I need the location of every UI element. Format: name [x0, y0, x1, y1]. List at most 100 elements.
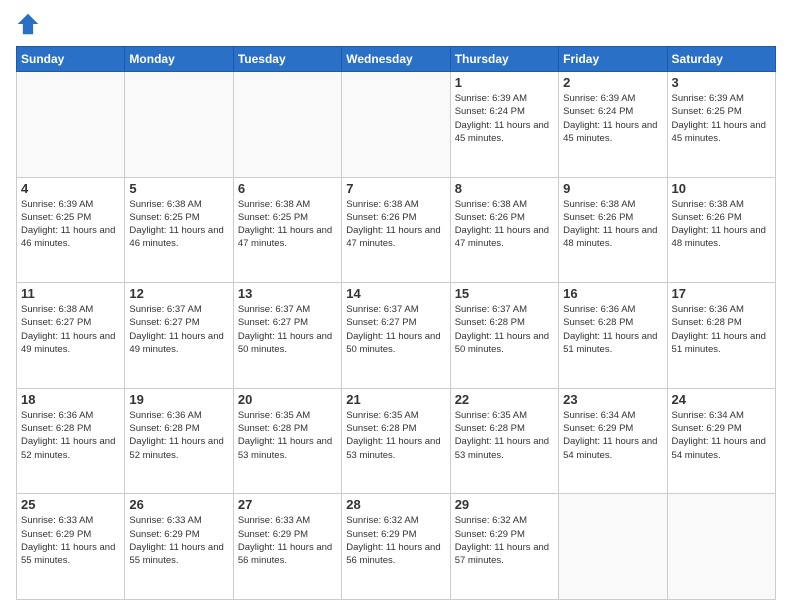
- day-number: 3: [672, 75, 771, 90]
- weekday-header: Saturday: [667, 47, 775, 72]
- sun-info: Sunrise: 6:38 AMSunset: 6:26 PMDaylight:…: [346, 198, 445, 251]
- day-number: 2: [563, 75, 662, 90]
- sun-info: Sunrise: 6:38 AMSunset: 6:27 PMDaylight:…: [21, 303, 120, 356]
- weekday-header: Friday: [559, 47, 667, 72]
- sun-info: Sunrise: 6:38 AMSunset: 6:26 PMDaylight:…: [672, 198, 771, 251]
- day-number: 19: [129, 392, 228, 407]
- sun-info: Sunrise: 6:38 AMSunset: 6:25 PMDaylight:…: [238, 198, 337, 251]
- weekday-header: Monday: [125, 47, 233, 72]
- sun-info: Sunrise: 6:36 AMSunset: 6:28 PMDaylight:…: [672, 303, 771, 356]
- calendar-cell: 3 Sunrise: 6:39 AMSunset: 6:25 PMDaylight…: [667, 72, 775, 178]
- day-number: 9: [563, 181, 662, 196]
- calendar-table: SundayMondayTuesdayWednesdayThursdayFrid…: [16, 46, 776, 600]
- calendar-cell: 4 Sunrise: 6:39 AMSunset: 6:25 PMDaylight…: [17, 177, 125, 283]
- day-number: 23: [563, 392, 662, 407]
- page: SundayMondayTuesdayWednesdayThursdayFrid…: [0, 0, 792, 612]
- calendar-cell: 24 Sunrise: 6:34 AMSunset: 6:29 PMDayligh…: [667, 388, 775, 494]
- calendar-cell: 22 Sunrise: 6:35 AMSunset: 6:28 PMDayligh…: [450, 388, 558, 494]
- calendar-week-row: 25 Sunrise: 6:33 AMSunset: 6:29 PMDayligh…: [17, 494, 776, 600]
- calendar-week-row: 18 Sunrise: 6:36 AMSunset: 6:28 PMDayligh…: [17, 388, 776, 494]
- calendar-cell: [559, 494, 667, 600]
- day-number: 22: [455, 392, 554, 407]
- sun-info: Sunrise: 6:36 AMSunset: 6:28 PMDaylight:…: [129, 409, 228, 462]
- calendar-cell: [342, 72, 450, 178]
- day-number: 25: [21, 497, 120, 512]
- calendar-cell: 9 Sunrise: 6:38 AMSunset: 6:26 PMDaylight…: [559, 177, 667, 283]
- day-number: 28: [346, 497, 445, 512]
- sun-info: Sunrise: 6:35 AMSunset: 6:28 PMDaylight:…: [346, 409, 445, 462]
- calendar-cell: 6 Sunrise: 6:38 AMSunset: 6:25 PMDaylight…: [233, 177, 341, 283]
- calendar-cell: 28 Sunrise: 6:32 AMSunset: 6:29 PMDayligh…: [342, 494, 450, 600]
- day-number: 16: [563, 286, 662, 301]
- calendar-cell: 18 Sunrise: 6:36 AMSunset: 6:28 PMDayligh…: [17, 388, 125, 494]
- sun-info: Sunrise: 6:35 AMSunset: 6:28 PMDaylight:…: [455, 409, 554, 462]
- calendar-cell: 20 Sunrise: 6:35 AMSunset: 6:28 PMDayligh…: [233, 388, 341, 494]
- sun-info: Sunrise: 6:39 AMSunset: 6:25 PMDaylight:…: [672, 92, 771, 145]
- sun-info: Sunrise: 6:36 AMSunset: 6:28 PMDaylight:…: [21, 409, 120, 462]
- sun-info: Sunrise: 6:36 AMSunset: 6:28 PMDaylight:…: [563, 303, 662, 356]
- day-number: 5: [129, 181, 228, 196]
- day-number: 4: [21, 181, 120, 196]
- weekday-header: Thursday: [450, 47, 558, 72]
- calendar-cell: 14 Sunrise: 6:37 AMSunset: 6:27 PMDayligh…: [342, 283, 450, 389]
- weekday-header: Sunday: [17, 47, 125, 72]
- sun-info: Sunrise: 6:38 AMSunset: 6:26 PMDaylight:…: [563, 198, 662, 251]
- calendar-cell: 1 Sunrise: 6:39 AMSunset: 6:24 PMDaylight…: [450, 72, 558, 178]
- calendar-cell: 29Sunrise: 6:32 AMSunset: 6:29 PMDayligh…: [450, 494, 558, 600]
- calendar-cell: 15Sunrise: 6:37 AMSunset: 6:28 PMDayligh…: [450, 283, 558, 389]
- day-number: 29: [455, 497, 554, 512]
- calendar-cell: 25 Sunrise: 6:33 AMSunset: 6:29 PMDayligh…: [17, 494, 125, 600]
- calendar-cell: 5 Sunrise: 6:38 AMSunset: 6:25 PMDaylight…: [125, 177, 233, 283]
- sun-info: Sunrise: 6:32 AMSunset: 6:29 PMDaylight:…: [346, 514, 445, 567]
- day-number: 1: [455, 75, 554, 90]
- sun-info: Sunrise: 6:39 AMSunset: 6:25 PMDaylight:…: [21, 198, 120, 251]
- day-number: 10: [672, 181, 771, 196]
- calendar-cell: 26 Sunrise: 6:33 AMSunset: 6:29 PMDayligh…: [125, 494, 233, 600]
- day-number: 17: [672, 286, 771, 301]
- calendar-cell: 21Sunrise: 6:35 AMSunset: 6:28 PMDayligh…: [342, 388, 450, 494]
- calendar-cell: 10 Sunrise: 6:38 AMSunset: 6:26 PMDayligh…: [667, 177, 775, 283]
- sun-info: Sunrise: 6:38 AMSunset: 6:26 PMDaylight:…: [455, 198, 554, 251]
- day-number: 6: [238, 181, 337, 196]
- day-number: 24: [672, 392, 771, 407]
- sun-info: Sunrise: 6:35 AMSunset: 6:28 PMDaylight:…: [238, 409, 337, 462]
- calendar-cell: 19 Sunrise: 6:36 AMSunset: 6:28 PMDayligh…: [125, 388, 233, 494]
- sun-info: Sunrise: 6:37 AMSunset: 6:27 PMDaylight:…: [129, 303, 228, 356]
- calendar-week-row: 1 Sunrise: 6:39 AMSunset: 6:24 PMDaylight…: [17, 72, 776, 178]
- day-number: 27: [238, 497, 337, 512]
- calendar-cell: 13 Sunrise: 6:37 AMSunset: 6:27 PMDayligh…: [233, 283, 341, 389]
- calendar-cell: 12Sunrise: 6:37 AMSunset: 6:27 PMDayligh…: [125, 283, 233, 389]
- day-number: 7: [346, 181, 445, 196]
- sun-info: Sunrise: 6:38 AMSunset: 6:25 PMDaylight:…: [129, 198, 228, 251]
- header: [16, 12, 776, 36]
- day-number: 20: [238, 392, 337, 407]
- logo-icon: [16, 12, 40, 36]
- calendar-cell: [233, 72, 341, 178]
- calendar-cell: 23 Sunrise: 6:34 AMSunset: 6:29 PMDayligh…: [559, 388, 667, 494]
- weekday-header: Wednesday: [342, 47, 450, 72]
- day-number: 14: [346, 286, 445, 301]
- calendar-cell: [125, 72, 233, 178]
- sun-info: Sunrise: 6:37 AMSunset: 6:27 PMDaylight:…: [238, 303, 337, 356]
- day-number: 18: [21, 392, 120, 407]
- sun-info: Sunrise: 6:34 AMSunset: 6:29 PMDaylight:…: [563, 409, 662, 462]
- sun-info: Sunrise: 6:39 AMSunset: 6:24 PMDaylight:…: [455, 92, 554, 145]
- day-number: 26: [129, 497, 228, 512]
- day-number: 13: [238, 286, 337, 301]
- sun-info: Sunrise: 6:34 AMSunset: 6:29 PMDaylight:…: [672, 409, 771, 462]
- calendar-cell: 16 Sunrise: 6:36 AMSunset: 6:28 PMDayligh…: [559, 283, 667, 389]
- weekday-header: Tuesday: [233, 47, 341, 72]
- sun-info: Sunrise: 6:33 AMSunset: 6:29 PMDaylight:…: [129, 514, 228, 567]
- day-number: 8: [455, 181, 554, 196]
- calendar-cell: 27 Sunrise: 6:33 AMSunset: 6:29 PMDayligh…: [233, 494, 341, 600]
- sun-info: Sunrise: 6:37 AMSunset: 6:27 PMDaylight:…: [346, 303, 445, 356]
- calendar-cell: 7 Sunrise: 6:38 AMSunset: 6:26 PMDaylight…: [342, 177, 450, 283]
- calendar-cell: 17 Sunrise: 6:36 AMSunset: 6:28 PMDayligh…: [667, 283, 775, 389]
- sun-info: Sunrise: 6:33 AMSunset: 6:29 PMDaylight:…: [21, 514, 120, 567]
- calendar-cell: [17, 72, 125, 178]
- day-number: 11: [21, 286, 120, 301]
- sun-info: Sunrise: 6:33 AMSunset: 6:29 PMDaylight:…: [238, 514, 337, 567]
- sun-info: Sunrise: 6:39 AMSunset: 6:24 PMDaylight:…: [563, 92, 662, 145]
- calendar-cell: 2 Sunrise: 6:39 AMSunset: 6:24 PMDaylight…: [559, 72, 667, 178]
- logo: [16, 12, 44, 36]
